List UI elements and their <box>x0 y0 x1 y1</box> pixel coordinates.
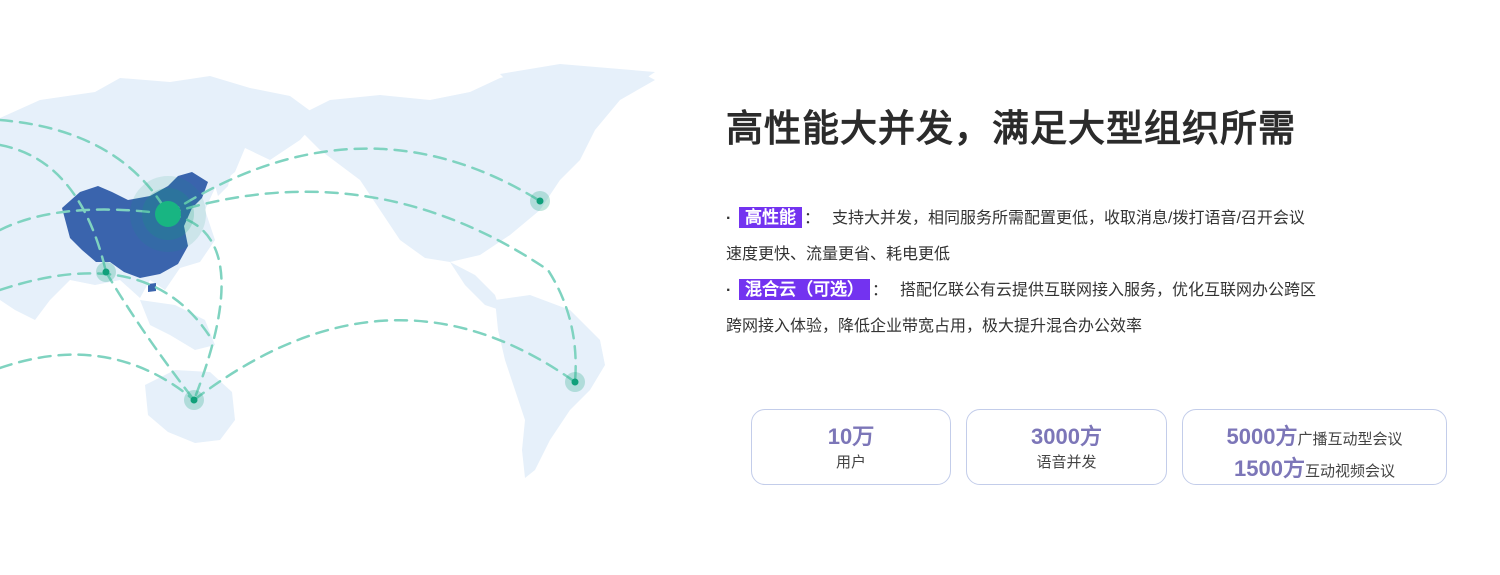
stat-card-users: 10万 用户 <box>751 409 951 485</box>
feature-text: 搭配亿联公有云提供互联网接入服务，优化互联网办公跨区 <box>900 282 1317 299</box>
south-america-landmass <box>495 295 605 478</box>
node-dot-icon <box>571 378 579 386</box>
feature-item-performance: · 高性能： 支持大并发，相同服务所需配置更低，收取消息/拨打语音/召开会议 速度更… <box>726 201 1466 273</box>
stat-row-video: 1500方互动视频会议 <box>1183 454 1446 486</box>
feature-text-continued: 速度更快、流量更省、耗电更低 <box>726 246 951 263</box>
stat-value: 5000方 <box>1226 424 1298 449</box>
stat-label: 广播互动型会议 <box>1297 431 1403 448</box>
feature-text-continued: 跨网接入体验，降低企业带宽占用，极大提升混合办公效率 <box>726 318 1143 335</box>
central-america-landmass <box>450 262 500 310</box>
stat-value: 10万 <box>827 424 875 449</box>
stat-card-voice: 3000方 语音并发 <box>966 409 1167 485</box>
section-title: 高性能大并发，满足大型组织所需 <box>726 108 1296 149</box>
node-dot-icon <box>190 396 198 404</box>
stat-row-broadcast: 5000方广播互动型会议 <box>1183 422 1446 454</box>
page: 高性能大并发，满足大型组织所需 · 高性能：支持大并发，相同服务所需配置更低，收取… <box>0 0 1500 575</box>
stat-value: 3000方 <box>1031 424 1102 449</box>
bullet-icon: · <box>726 282 732 299</box>
feature-item-hybrid-cloud: · 混合云（可选）： 搭配亿联公有云提供互联网接入服务，优化互联网办公跨区 跨网接入… <box>726 273 1466 345</box>
stat-value: 1500方 <box>1234 456 1305 481</box>
world-map-illustration <box>0 55 670 495</box>
stat-label: 语音并发 <box>1036 454 1097 471</box>
feature-colon: ： <box>872 282 889 299</box>
stat-label: 互动视频会议 <box>1304 463 1395 480</box>
node-dot-icon <box>155 201 181 227</box>
node-dot-icon <box>102 268 110 276</box>
stat-card-meetings: 5000方广播互动型会议 1500方互动视频会议 <box>1182 409 1447 485</box>
feature-section: 高性能大并发，满足大型组织所需 · 高性能：支持大并发，相同服务所需配置更低，收取… <box>726 105 1466 345</box>
feature-colon: ： <box>804 210 821 227</box>
stat-label: 用户 <box>835 454 866 471</box>
node-dot-icon <box>536 197 544 205</box>
feature-list: · 高性能：支持大并发，相同服务所需配置更低，收取消息/拨打语音/召开会议 速度更… <box>726 201 1466 345</box>
feature-tag: 高性能 <box>739 207 802 228</box>
bullet-icon: · <box>726 210 732 227</box>
feature-tag: 混合云（可选） <box>739 279 870 300</box>
feature-text: 支持大并发，相同服务所需配置更低，收取消息/拨打语音/召开会议 <box>832 210 1305 227</box>
